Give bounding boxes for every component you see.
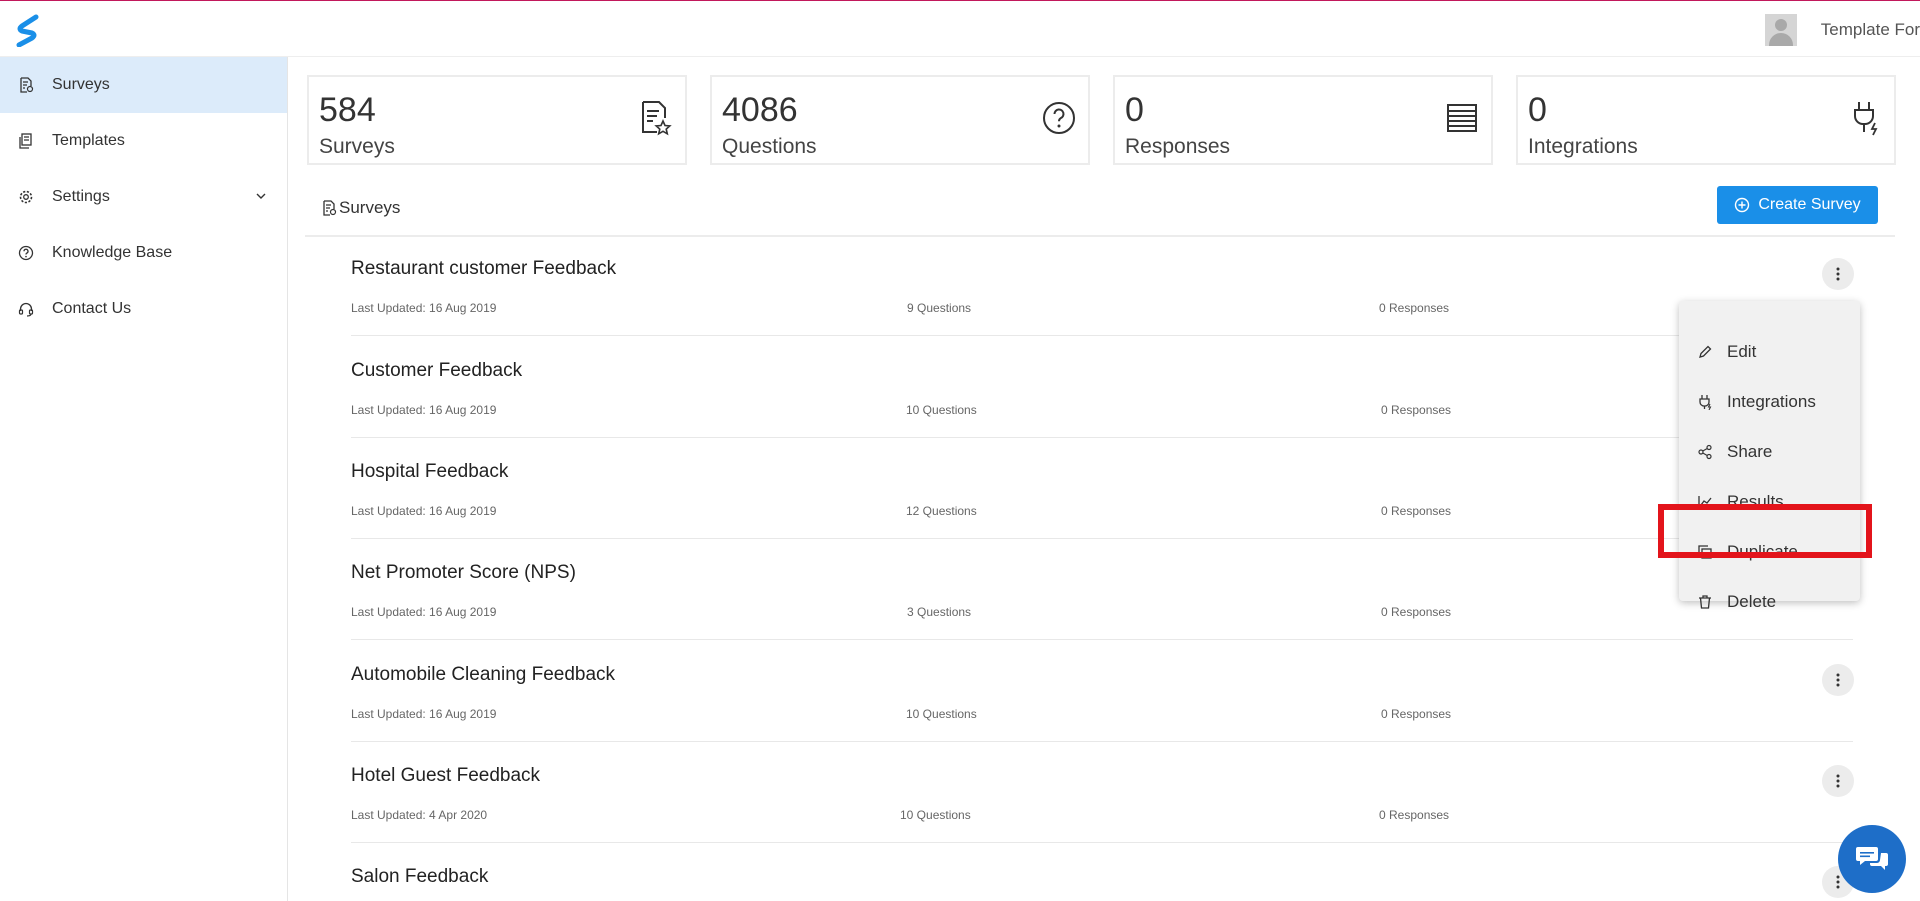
survey-last-updated: Last Updated: 16 Aug 2019 xyxy=(351,301,497,315)
user-menu[interactable]: Template For xyxy=(1764,13,1920,47)
chat-bubble-icon xyxy=(1856,847,1888,870)
survey-name[interactable]: Net Promoter Score (NPS) xyxy=(351,562,576,584)
more-options-button[interactable] xyxy=(1822,258,1854,290)
headset-icon xyxy=(18,301,34,317)
survey-name[interactable]: Customer Feedback xyxy=(351,360,522,382)
sidebar-item-settings[interactable]: Settings xyxy=(0,169,287,225)
avatar[interactable] xyxy=(1764,14,1797,46)
sidebar: Surveys Templates Settings Knowledge Bas… xyxy=(0,57,288,901)
sidebar-item-label: Contact Us xyxy=(52,300,132,317)
survey-response-count: 0 Responses xyxy=(1379,808,1450,822)
chat-widget-button[interactable] xyxy=(1838,825,1906,893)
menu-item-share[interactable]: Share xyxy=(1679,427,1860,477)
trash-icon xyxy=(1697,594,1713,610)
kebab-icon xyxy=(1836,267,1840,281)
share-icon xyxy=(1697,444,1713,460)
menu-item-edit[interactable]: Edit xyxy=(1679,327,1860,377)
stat-value: 0 xyxy=(1125,91,1144,129)
survey-last-updated: Last Updated: 16 Aug 2019 xyxy=(351,403,497,417)
question-circle-icon xyxy=(18,245,34,261)
sidebar-item-knowledge-base[interactable]: Knowledge Base xyxy=(0,225,287,281)
survey-last-updated: Last Updated: 16 Aug 2019 xyxy=(351,707,497,721)
menu-item-integrations[interactable]: Integrations xyxy=(1679,377,1860,427)
top-bar: Template For xyxy=(0,0,1920,57)
kebab-icon xyxy=(1836,774,1840,788)
main-content: 584 Surveys 4086 Questions 0 Responses 0… xyxy=(289,57,1920,901)
section-title: Surveys xyxy=(321,198,400,218)
section-title-text: Surveys xyxy=(339,198,401,217)
stat-value: 4086 xyxy=(722,91,798,129)
survey-response-count: 0 Responses xyxy=(1381,707,1452,721)
survey-question-count: 10 Questions xyxy=(906,707,977,721)
sidebar-item-label: Settings xyxy=(52,188,110,205)
survey-doc-icon xyxy=(323,200,337,216)
create-survey-button[interactable]: Create Survey xyxy=(1717,186,1878,224)
plug-icon xyxy=(1697,394,1713,410)
survey-response-count: 0 Responses xyxy=(1381,504,1452,518)
stat-label: Integrations xyxy=(1528,135,1638,158)
sidebar-item-surveys[interactable]: Surveys xyxy=(0,57,287,113)
survey-name[interactable]: Restaurant customer Feedback xyxy=(351,258,616,280)
templates-icon xyxy=(18,133,34,149)
list-icon xyxy=(1445,99,1479,137)
survey-question-count: 10 Questions xyxy=(900,808,971,822)
survey-name[interactable]: Hotel Guest Feedback xyxy=(351,765,540,787)
survey-doc-icon xyxy=(18,77,34,93)
stat-label: Questions xyxy=(722,135,817,158)
menu-item-label: Delete xyxy=(1727,592,1777,611)
survey-question-count: 3 Questions xyxy=(907,605,972,619)
survey-name[interactable]: Hospital Feedback xyxy=(351,461,508,483)
app-logo[interactable] xyxy=(14,13,42,48)
stat-card-responses[interactable]: 0 Responses xyxy=(1113,75,1493,165)
more-options-button[interactable] xyxy=(1822,664,1854,696)
user-name[interactable]: Template For xyxy=(1821,20,1920,40)
sidebar-item-contact-us[interactable]: Contact Us xyxy=(0,281,287,337)
survey-response-count: 0 Responses xyxy=(1381,403,1452,417)
survey-last-updated: Last Updated: 16 Aug 2019 xyxy=(351,605,497,619)
sidebar-item-templates[interactable]: Templates xyxy=(0,113,287,169)
more-options-button[interactable] xyxy=(1822,765,1854,797)
survey-last-updated: Last Updated: 16 Aug 2019 xyxy=(351,504,497,518)
survey-name[interactable]: Automobile Cleaning Feedback xyxy=(351,664,615,686)
stat-card-integrations[interactable]: 0 Integrations xyxy=(1516,75,1896,165)
plug-icon xyxy=(1848,99,1882,137)
menu-item-label: Integrations xyxy=(1727,392,1816,411)
stat-value: 0 xyxy=(1528,91,1547,129)
survey-question-count: 10 Questions xyxy=(906,403,977,417)
stat-label: Responses xyxy=(1125,135,1231,158)
sidebar-item-label: Knowledge Base xyxy=(52,244,173,261)
survey-response-count: 0 Responses xyxy=(1379,301,1450,315)
question-circle-icon xyxy=(1042,99,1076,137)
surveys-section-header: Surveys Create Survey xyxy=(305,185,1895,237)
survey-response-count: 0 Responses xyxy=(1381,605,1452,619)
survey-question-count: 9 Questions xyxy=(907,301,972,315)
stat-card-questions[interactable]: 4086 Questions xyxy=(710,75,1090,165)
menu-item-delete[interactable]: Delete xyxy=(1679,577,1860,627)
duplicate-highlight-box xyxy=(1658,504,1872,558)
survey-row[interactable]: Automobile Cleaning Feedback Last Update… xyxy=(351,640,1917,742)
survey-name[interactable]: Salon Feedback xyxy=(351,866,488,888)
survey-row[interactable]: Salon Feedback xyxy=(351,842,1917,901)
survey-row[interactable]: Hotel Guest Feedback Last Updated: 4 Apr… xyxy=(351,741,1917,843)
pencil-icon xyxy=(1697,344,1713,360)
menu-item-label: Share xyxy=(1727,442,1773,461)
gear-icon xyxy=(18,189,34,205)
survey-last-updated: Last Updated: 4 Apr 2020 xyxy=(351,808,488,822)
stat-value: 584 xyxy=(319,91,376,129)
plus-circle-icon xyxy=(1735,197,1750,213)
stat-label: Surveys xyxy=(319,135,395,158)
create-survey-label: Create Survey xyxy=(1758,196,1861,213)
stat-card-surveys[interactable]: 584 Surveys xyxy=(307,75,687,165)
sidebar-item-label: Surveys xyxy=(52,76,110,93)
sidebar-item-label: Templates xyxy=(52,132,125,149)
survey-question-count: 12 Questions xyxy=(906,504,977,518)
survey-star-icon xyxy=(639,99,673,137)
kebab-icon xyxy=(1836,673,1840,687)
menu-item-label: Edit xyxy=(1727,342,1757,361)
kebab-icon xyxy=(1836,875,1840,889)
chevron-down-icon[interactable] xyxy=(255,189,267,207)
